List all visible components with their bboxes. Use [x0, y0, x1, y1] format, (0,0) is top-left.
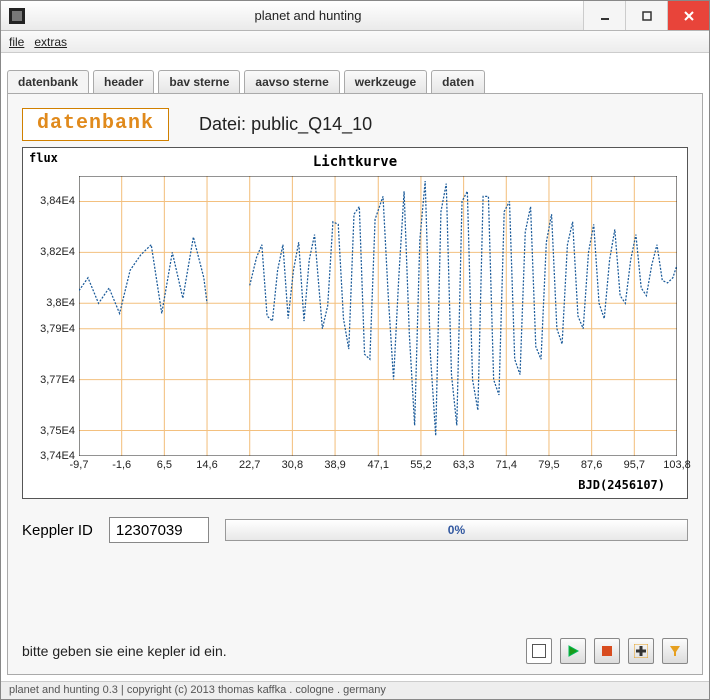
menubar: file extras: [1, 31, 709, 53]
titlebar: planet and hunting: [1, 1, 709, 31]
funnel-icon: [668, 644, 682, 658]
tab-content-datenbank: datenbank Datei: public_Q14_10 flux Lich…: [7, 93, 703, 675]
xtick: 30,8: [282, 459, 303, 471]
tab-daten[interactable]: daten: [431, 70, 485, 93]
lightcurve-chart: flux Lichtkurve BJD(2456107) 3,74E43,75E…: [22, 147, 688, 499]
close-button[interactable]: [667, 1, 709, 30]
window-title: planet and hunting: [33, 8, 583, 23]
maximize-icon: [642, 11, 652, 21]
ytick: 3,84E4: [40, 195, 75, 207]
xtick: 95,7: [624, 459, 645, 471]
play-icon: [566, 644, 580, 658]
plot-area: 3,74E43,75E43,77E43,79E43,8E43,82E43,84E…: [79, 176, 677, 456]
tab-datenbank[interactable]: datenbank: [7, 70, 89, 93]
file-name: public_Q14_10: [251, 114, 372, 134]
bottom-row: bitte geben sie eine kepler id ein.: [22, 638, 688, 664]
tab-bav-sterne[interactable]: bav sterne: [158, 70, 240, 93]
chart-xlabel: BJD(2456107): [578, 478, 665, 492]
footer: planet and hunting 0.3 | copyright (c) 2…: [1, 681, 709, 699]
window-controls: [583, 1, 709, 30]
tab-werkzeuge[interactable]: werkzeuge: [344, 70, 427, 93]
keppler-row: Keppler ID 0%: [22, 517, 688, 543]
xtick: 14,6: [196, 459, 217, 471]
chart-ylabel: flux: [29, 151, 58, 165]
ytick: 3,82E4: [40, 246, 75, 258]
tab-header[interactable]: header: [93, 70, 154, 93]
toggle-checkbox[interactable]: [526, 638, 552, 664]
db-badge: datenbank: [22, 108, 169, 141]
progress-text: 0%: [448, 523, 465, 537]
stop-icon: [600, 644, 614, 658]
ytick: 3,77E4: [40, 374, 75, 386]
file-label: Datei: public_Q14_10: [199, 114, 372, 135]
xtick: 22,7: [239, 459, 260, 471]
maximize-button[interactable]: [625, 1, 667, 30]
xtick: 47,1: [368, 459, 389, 471]
db-header: datenbank Datei: public_Q14_10: [22, 108, 688, 141]
xtick: -1,6: [112, 459, 131, 471]
footer-text: planet and hunting 0.3 | copyright (c) 2…: [9, 684, 386, 696]
xtick: 103,8: [663, 459, 691, 471]
file-prefix: Datei:: [199, 114, 251, 134]
progress-bar: 0%: [225, 519, 688, 541]
close-icon: [684, 11, 694, 21]
ytick: 3,75E4: [40, 425, 75, 437]
minimize-icon: [600, 11, 610, 21]
keppler-id-input[interactable]: [109, 517, 209, 543]
xtick: 55,2: [410, 459, 431, 471]
xtick: -9,7: [70, 459, 89, 471]
app-icon: [9, 8, 25, 24]
run-button[interactable]: [560, 638, 586, 664]
menu-file[interactable]: file: [9, 35, 24, 49]
stop-button[interactable]: [594, 638, 620, 664]
xtick: 79,5: [538, 459, 559, 471]
minimize-button[interactable]: [583, 1, 625, 30]
ytick: 3,8E4: [46, 297, 75, 309]
tab-strip: datenbankheaderbav sterneaavso sternewer…: [1, 65, 709, 93]
xtick: 38,9: [324, 459, 345, 471]
xtick: 63,3: [453, 459, 474, 471]
tab-aavso-sterne[interactable]: aavso sterne: [244, 70, 339, 93]
add-button[interactable]: [628, 638, 654, 664]
ytick: 3,79E4: [40, 323, 75, 335]
xtick: 71,4: [496, 459, 517, 471]
status-text: bitte geben sie eine kepler id ein.: [22, 643, 518, 659]
window: planet and hunting file extras datenbank…: [0, 0, 710, 700]
xtick: 87,6: [581, 459, 602, 471]
filter-button[interactable]: [662, 638, 688, 664]
plus-icon: [634, 644, 648, 658]
menu-extras[interactable]: extras: [34, 35, 67, 49]
xtick: 6,5: [157, 459, 172, 471]
checkbox-icon: [532, 644, 546, 658]
chart-title: Lichtkurve: [313, 154, 397, 170]
keppler-id-label: Keppler ID: [22, 522, 93, 539]
